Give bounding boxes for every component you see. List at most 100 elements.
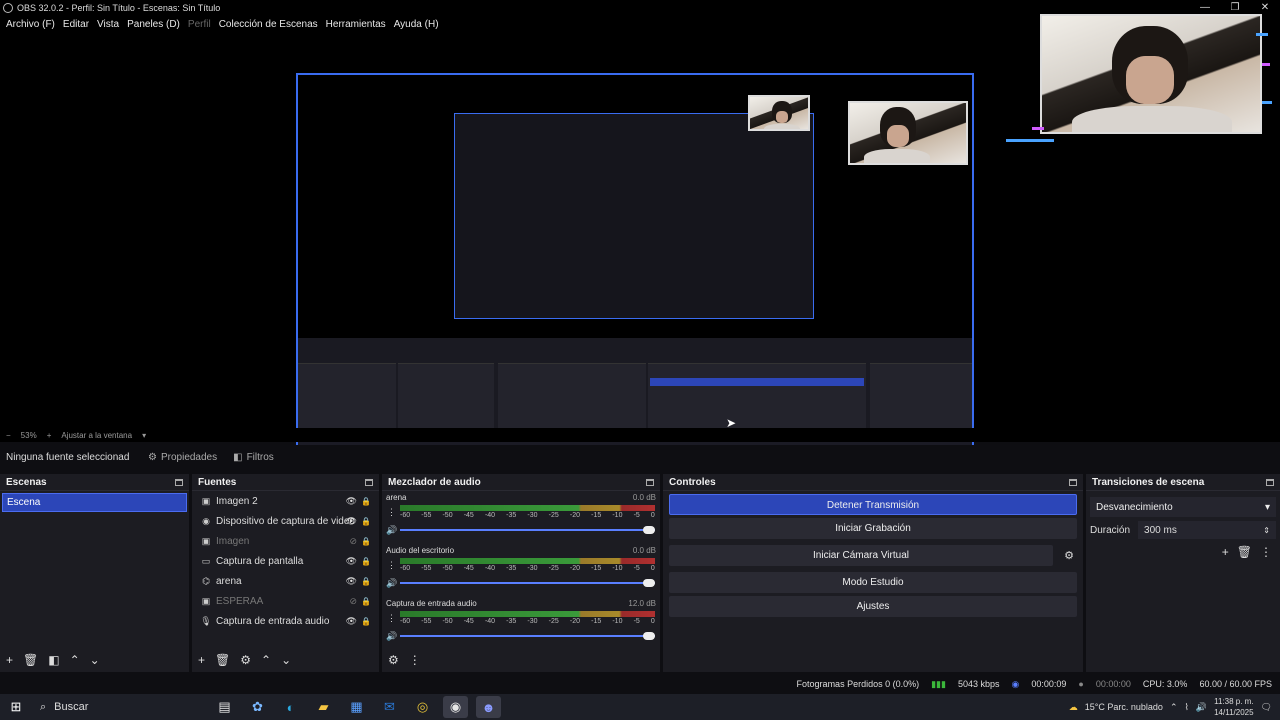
slider-knob[interactable] (643, 526, 655, 534)
gear-icon[interactable]: ⚙ (1059, 549, 1079, 562)
maximize-button[interactable]: ❐ (1220, 0, 1250, 15)
menu-ayuda[interactable]: Ayuda (H) (390, 19, 443, 30)
screen-capture-source[interactable] (296, 73, 974, 455)
obs-icon[interactable]: ◉ (443, 696, 468, 718)
chevron-up-icon[interactable]: ⌃ (1170, 702, 1178, 713)
lock-icon[interactable]: 🔒 (361, 577, 371, 586)
more-icon[interactable]: ⋮ (387, 560, 396, 571)
move-up-icon[interactable]: ⌃ (70, 653, 80, 667)
source-item[interactable]: ◉ Dispositivo de captura de video 👁 🔒 (192, 511, 379, 531)
speaker-icon[interactable]: 🔊 (1196, 702, 1207, 713)
preview-canvas[interactable]: ➤ (0, 14, 1280, 455)
lock-icon[interactable]: 🔒 (361, 497, 371, 506)
lock-icon[interactable]: 🔒 (361, 517, 371, 526)
trash-icon[interactable]: 🗑 (23, 653, 38, 667)
eye-icon[interactable]: 👁 (346, 496, 357, 507)
discord-icon[interactable]: ☻ (476, 696, 501, 718)
scene-item[interactable]: Escena (2, 493, 187, 512)
filters-button[interactable]: ◧ Filtros (225, 452, 282, 463)
more-icon[interactable]: ⋮ (1260, 545, 1272, 559)
edge-icon[interactable]: ◐ (278, 696, 303, 718)
lock-icon[interactable]: 🔒 (361, 537, 371, 546)
add-icon[interactable]: + (6, 653, 13, 667)
eye-icon[interactable]: 👁 (346, 616, 357, 627)
volume-slider[interactable] (400, 526, 655, 534)
menu-archivo[interactable]: Archivo (F) (2, 19, 59, 30)
source-item[interactable]: 🎙 Captura de entrada audio 👁 🔒 (192, 611, 379, 631)
store-icon[interactable]: ▦ (344, 696, 369, 718)
speaker-icon[interactable]: 🔊 (386, 631, 397, 642)
menu-editar[interactable]: Editar (59, 19, 93, 30)
undock-icon[interactable] (365, 478, 373, 486)
eye-hidden-icon[interactable]: ⊘ (349, 596, 357, 607)
more-icon[interactable]: ⋮ (387, 613, 396, 624)
advanced-audio-icon[interactable]: ⚙ (388, 653, 399, 667)
more-icon[interactable]: ⋮ (387, 507, 396, 518)
webcam-source[interactable] (1040, 14, 1262, 134)
add-icon[interactable]: + (1222, 545, 1229, 559)
speaker-icon[interactable]: 🔊 (386, 578, 397, 589)
fit-window-label[interactable]: Ajustar a la ventana (61, 431, 132, 440)
menu-perfil[interactable]: Perfil (184, 19, 215, 30)
stop-stream-button[interactable]: Detener Transmisión (669, 494, 1077, 515)
zoom-dropdown-icon[interactable]: ▾ (142, 431, 146, 440)
undock-icon[interactable] (1069, 478, 1077, 486)
taskbar-search[interactable]: ⌕ Buscar (32, 694, 162, 720)
menu-herramientas[interactable]: Herramientas (322, 19, 390, 30)
menu-vista[interactable]: Vista (93, 19, 123, 30)
transition-select[interactable]: Desvanecimiento ▾ (1090, 497, 1276, 517)
eye-icon[interactable]: 👁 (346, 576, 357, 587)
eye-icon[interactable]: 👁 (346, 516, 357, 527)
move-down-icon[interactable]: ⌄ (90, 653, 100, 667)
filter-icon[interactable]: ◧ (48, 653, 59, 667)
lock-icon[interactable]: 🔒 (361, 597, 371, 606)
source-item[interactable]: ▣ ESPERAA ⊘ 🔒 (192, 591, 379, 611)
task-view-icon[interactable]: ▤ (212, 696, 237, 718)
source-item[interactable]: ▣ Imagen ⊘ 🔒 (192, 531, 379, 551)
trash-icon[interactable]: 🗑 (215, 653, 230, 667)
spinner-icon[interactable]: ⇕ (1263, 526, 1270, 535)
undock-icon[interactable] (1266, 478, 1274, 486)
speaker-icon[interactable]: 🔊 (386, 525, 397, 536)
menu-paneles[interactable]: Paneles (D) (123, 19, 184, 30)
undock-icon[interactable] (646, 478, 654, 486)
source-item[interactable]: ▣ Imagen 2 👁 🔒 (192, 491, 379, 511)
copilot-icon[interactable]: ✿ (245, 696, 270, 718)
start-recording-button[interactable]: Iniciar Grabación (669, 518, 1077, 539)
eye-icon[interactable]: 👁 (346, 556, 357, 567)
windows-start-icon[interactable]: ⊞ (0, 699, 32, 715)
eye-hidden-icon[interactable]: ⊘ (349, 536, 357, 547)
weather-text[interactable]: 15°C Parc. nublado (1085, 702, 1163, 712)
clock[interactable]: 11:38 p. m. 14/11/2025 (1214, 696, 1253, 718)
settings-button[interactable]: Ajustes (669, 596, 1077, 617)
trash-icon[interactable]: 🗑 (1237, 545, 1252, 559)
add-icon[interactable]: + (198, 653, 205, 667)
source-item[interactable]: ▭ Captura de pantalla 👁 🔒 (192, 551, 379, 571)
source-item[interactable]: ⌬ arena 👁 🔒 (192, 571, 379, 591)
properties-button[interactable]: ⚙ Propiedades (140, 452, 225, 463)
lock-icon[interactable]: 🔒 (361, 617, 371, 626)
file-explorer-icon[interactable]: ▰ (311, 696, 336, 718)
outlook-icon[interactable]: ✉ (377, 696, 402, 718)
move-down-icon[interactable]: ⌄ (281, 653, 291, 667)
duration-input[interactable]: 300 ms ⇕ (1138, 521, 1276, 539)
close-button[interactable]: ✕ (1250, 0, 1280, 15)
network-icon[interactable]: ⌇ (1184, 702, 1188, 713)
menu-coleccion-escenas[interactable]: Colección de Escenas (215, 19, 322, 30)
minimize-button[interactable]: — (1190, 0, 1220, 15)
lock-icon[interactable]: 🔒 (361, 557, 371, 566)
virtual-cam-button[interactable]: Iniciar Cámara Virtual (669, 545, 1053, 566)
zoom-in-button[interactable]: + (47, 431, 52, 440)
volume-slider[interactable] (400, 632, 655, 640)
move-up-icon[interactable]: ⌃ (261, 653, 271, 667)
more-icon[interactable]: ⋮ (409, 653, 421, 667)
chrome-icon[interactable]: ◎ (410, 696, 435, 718)
zoom-out-button[interactable]: − (6, 431, 11, 440)
slider-knob[interactable] (643, 579, 655, 587)
gear-icon[interactable]: ⚙ (240, 653, 251, 667)
undock-icon[interactable] (175, 478, 183, 486)
studio-mode-button[interactable]: Modo Estudio (669, 572, 1077, 593)
weather-icon[interactable]: ☁ (1069, 702, 1078, 713)
volume-slider[interactable] (400, 579, 655, 587)
slider-knob[interactable] (643, 632, 655, 640)
